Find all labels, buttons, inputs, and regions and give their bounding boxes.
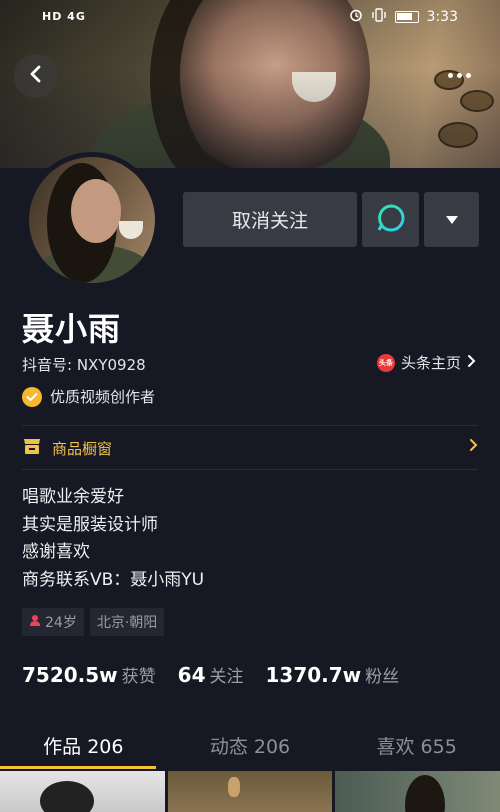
likes-stat: 7520.5w 获赞 <box>22 662 156 687</box>
content-tabs: 作品 206 动态 206 喜欢 655 <box>0 726 500 770</box>
shop-window-link[interactable]: 商品橱窗 <box>22 436 478 460</box>
bio: 唱歌业余爱好 其实是服装设计师 感谢喜欢 商务联系VB：聂小雨YU <box>22 484 204 594</box>
unfollow-button[interactable]: 取消关注 <box>183 192 357 247</box>
tab-likes[interactable]: 喜欢 655 <box>333 726 500 770</box>
network-indicator: HD 4G <box>42 10 86 23</box>
status-bar: HD 4G 3:33 <box>0 8 500 30</box>
chevron-right-icon <box>469 438 478 456</box>
avatar[interactable] <box>24 152 160 288</box>
shop-icon <box>22 437 42 459</box>
chevron-right-icon <box>467 354 476 372</box>
clock-time: 3:33 <box>426 9 458 25</box>
video-thumbnail[interactable] <box>0 771 165 812</box>
tab-works[interactable]: 作品 206 <box>0 726 167 770</box>
likes-count: 7520.5w <box>22 663 118 687</box>
creator-certification: 优质视频创作者 <box>22 386 155 407</box>
female-icon <box>29 614 41 631</box>
shop-label: 商品橱窗 <box>52 439 113 458</box>
video-grid <box>0 771 500 812</box>
profile-tags: 24岁 北京·朝阳 <box>22 608 165 636</box>
toutiao-homepage-link[interactable]: 头条 头条主页 <box>376 352 476 373</box>
following-label: 关注 <box>209 667 244 687</box>
chevron-left-icon <box>27 64 45 88</box>
video-thumbnail[interactable] <box>335 771 500 812</box>
followers-stat[interactable]: 1370.7w 粉丝 <box>266 662 400 687</box>
certification-label: 优质视频创作者 <box>50 388 156 406</box>
bio-line: 商务联系VB：聂小雨YU <box>22 569 205 590</box>
divider <box>22 469 478 470</box>
video-thumbnail[interactable] <box>167 771 333 812</box>
dropdown-button[interactable] <box>424 192 479 247</box>
more-options-button[interactable] <box>448 66 476 84</box>
age-tag: 24岁 <box>22 608 84 636</box>
tab-activity[interactable]: 动态 206 <box>167 726 334 770</box>
location-tag: 北京·朝阳 <box>89 608 165 636</box>
message-button[interactable] <box>362 192 419 247</box>
bio-line: 唱歌业余爱好 <box>22 487 124 507</box>
douyin-id: 抖音号: NXY0928 <box>22 356 146 374</box>
toutiao-logo-icon: 头条 <box>376 353 395 372</box>
active-tab-indicator <box>0 766 156 769</box>
more-dot-icon <box>466 72 471 78</box>
bio-line: 感谢喜欢 <box>22 542 90 562</box>
check-badge-icon <box>22 386 42 407</box>
profile-name: 聂小雨 <box>22 310 122 348</box>
vibrate-icon <box>371 8 387 26</box>
following-count: 64 <box>177 663 206 687</box>
triangle-down-icon <box>445 210 459 229</box>
profile-stats: 7520.5w 获赞 64 关注 1370.7w 粉丝 <box>22 662 421 687</box>
chat-bubble-icon <box>376 203 406 237</box>
likes-label: 获赞 <box>121 667 156 687</box>
bio-line: 其实是服装设计师 <box>22 514 158 535</box>
battery-icon <box>394 11 419 23</box>
location-label: 北京·朝阳 <box>96 615 158 631</box>
more-dot-icon <box>448 72 453 78</box>
age-label: 24岁 <box>45 615 77 631</box>
more-dot-icon <box>457 72 462 78</box>
back-button[interactable] <box>14 54 58 98</box>
divider <box>22 425 478 426</box>
toutiao-label: 头条主页 <box>400 354 461 372</box>
following-stat[interactable]: 64 关注 <box>178 662 244 687</box>
alarm-icon <box>349 8 363 26</box>
followers-count: 1370.7w <box>265 663 362 687</box>
followers-label: 粉丝 <box>365 667 400 687</box>
